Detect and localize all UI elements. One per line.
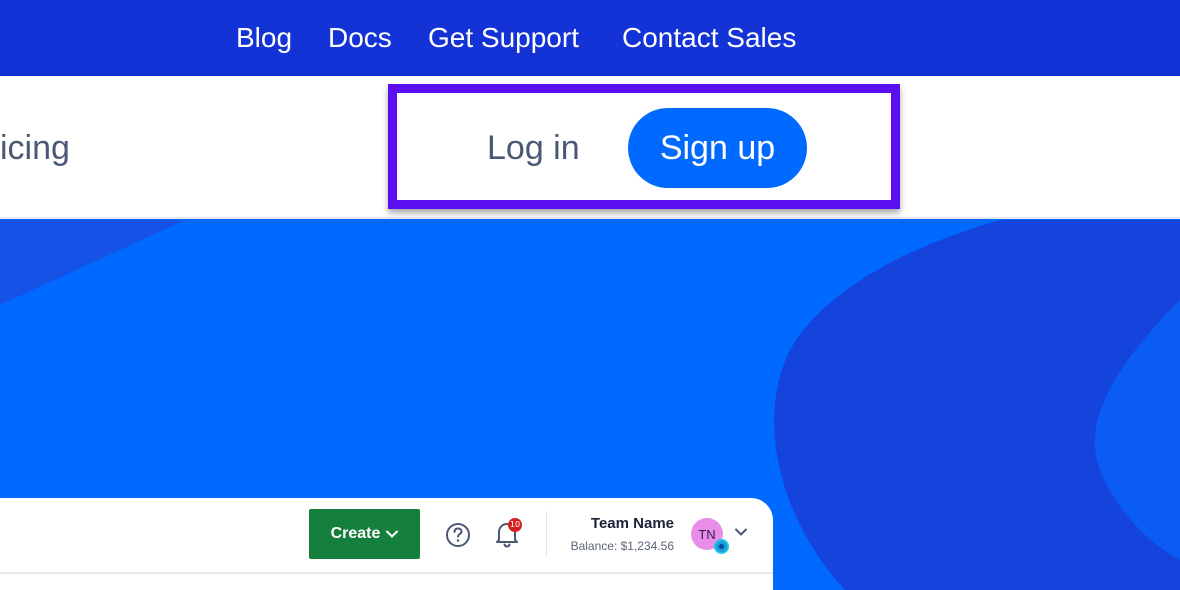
- create-button-label: Create: [330, 525, 381, 542]
- panel-divider: [0, 572, 773, 574]
- create-button[interactable]: Create: [309, 509, 420, 559]
- avatar-status-indicator: [714, 539, 729, 554]
- account-balance: Balance: $1,234.56: [570, 539, 674, 553]
- top-utility-bar: Blog Docs Get Support Contact Sales: [0, 0, 1180, 76]
- chevron-down-icon[interactable]: [734, 527, 748, 537]
- notification-badge: 10: [508, 518, 522, 532]
- dashboard-header-panel: Create 10 Team Name Balance: $1,234.56 T…: [0, 498, 773, 590]
- team-name[interactable]: Team Name: [560, 515, 674, 532]
- signup-button[interactable]: Sign up: [628, 108, 807, 188]
- nav-item-pricing[interactable]: icing: [0, 126, 70, 170]
- topbar-link-contact-sales[interactable]: Contact Sales: [622, 20, 796, 56]
- topbar-link-get-support[interactable]: Get Support: [428, 20, 579, 56]
- caret-down-icon: [386, 530, 399, 538]
- avatar-initials: TN: [698, 526, 716, 542]
- topbar-link-blog[interactable]: Blog: [236, 20, 292, 56]
- login-link[interactable]: Log in: [487, 126, 580, 170]
- topbar-link-docs[interactable]: Docs: [328, 20, 392, 56]
- help-icon[interactable]: [445, 522, 471, 548]
- main-nav: icing Log in Sign up: [0, 76, 1180, 219]
